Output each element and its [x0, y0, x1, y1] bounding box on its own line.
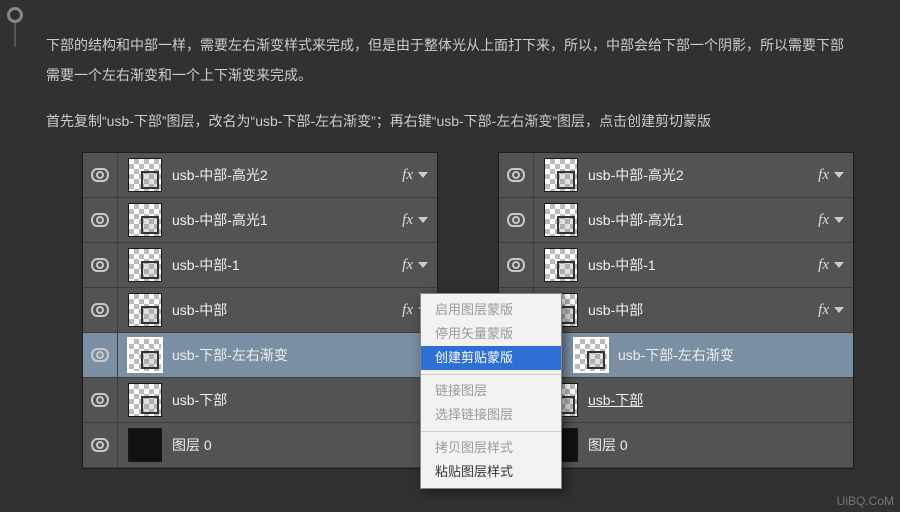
- context-menu-item: 拷贝图层样式: [421, 436, 561, 460]
- eye-icon: [91, 258, 109, 272]
- fx-indicator[interactable]: fx: [387, 302, 413, 319]
- layer-name[interactable]: usb-下部: [172, 390, 437, 410]
- panels-container: usb-中部-高光2fxusb-中部-高光1fxusb-中部-1fxusb-中部…: [82, 152, 854, 469]
- expand-effects-toggle[interactable]: [413, 217, 433, 223]
- expand-effects-toggle[interactable]: [413, 262, 433, 268]
- layer-thumbnail[interactable]: [534, 203, 588, 237]
- layer-name[interactable]: 图层 0: [172, 435, 437, 455]
- layer-row[interactable]: usb-中部-高光1fx: [499, 198, 853, 243]
- watermark: UiBQ.CoM: [837, 494, 894, 508]
- visibility-toggle[interactable]: [83, 198, 118, 242]
- layer-row[interactable]: 图层 0: [83, 423, 437, 468]
- chevron-down-icon: [418, 172, 428, 178]
- chevron-down-icon: [834, 307, 844, 313]
- visibility-toggle[interactable]: [83, 333, 118, 377]
- visibility-toggle[interactable]: [83, 378, 118, 422]
- eye-icon: [91, 168, 109, 182]
- eye-icon: [507, 168, 525, 182]
- layer-row[interactable]: usb-中部-高光2fx: [499, 153, 853, 198]
- layer-name[interactable]: usb-下部: [588, 390, 853, 410]
- layer-name[interactable]: usb-下部-左右渐变: [172, 345, 437, 365]
- eye-icon: [91, 393, 109, 407]
- article-body: 下部的结构和中部一样，需要左右渐变样式来完成，但是由于整体光从上面打下来，所以，…: [0, 0, 900, 479]
- layer-thumbnail[interactable]: [118, 158, 172, 192]
- layer-thumbnail[interactable]: [564, 338, 618, 372]
- layers-panel-left: usb-中部-高光2fxusb-中部-高光1fxusb-中部-1fxusb-中部…: [82, 152, 438, 469]
- layer-name[interactable]: usb-下部-左右渐变: [618, 345, 853, 365]
- layer-row[interactable]: usb-中部fx: [83, 288, 437, 333]
- fx-indicator[interactable]: fx: [387, 167, 413, 184]
- chevron-down-icon: [418, 262, 428, 268]
- eye-icon: [507, 213, 525, 227]
- paragraph-1: 下部的结构和中部一样，需要左右渐变样式来完成，但是由于整体光从上面打下来，所以，…: [46, 30, 854, 90]
- layer-row[interactable]: usb-中部-1fx: [83, 243, 437, 288]
- fx-indicator[interactable]: fx: [803, 167, 829, 184]
- fx-indicator[interactable]: fx: [803, 212, 829, 229]
- context-menu-item: 停用矢量蒙版: [421, 322, 561, 346]
- expand-effects-toggle[interactable]: [829, 217, 849, 223]
- fx-indicator[interactable]: fx: [803, 302, 829, 319]
- context-menu-item: 链接图层: [421, 379, 561, 403]
- visibility-toggle[interactable]: [499, 243, 534, 287]
- layer-thumbnail[interactable]: [118, 338, 172, 372]
- visibility-toggle[interactable]: [499, 153, 534, 197]
- expand-effects-toggle[interactable]: [413, 172, 433, 178]
- expand-effects-toggle[interactable]: [829, 172, 849, 178]
- context-menu-item[interactable]: 创建剪贴蒙版: [421, 346, 561, 370]
- timeline-ornament: [7, 7, 23, 47]
- expand-effects-toggle[interactable]: [829, 307, 849, 313]
- fx-indicator[interactable]: fx: [803, 257, 829, 274]
- visibility-toggle[interactable]: [83, 153, 118, 197]
- visibility-toggle[interactable]: [83, 288, 118, 332]
- layer-row[interactable]: usb-中部-1fx: [499, 243, 853, 288]
- layer-row[interactable]: usb-下部: [83, 378, 437, 423]
- context-menu-item: 启用图层蒙版: [421, 298, 561, 322]
- layer-thumbnail[interactable]: [118, 203, 172, 237]
- paragraph-2: 首先复制“usb-下部”图层，改名为“usb-下部-左右渐变”；再右键“usb-…: [46, 106, 854, 136]
- fx-indicator[interactable]: fx: [387, 212, 413, 229]
- chevron-down-icon: [418, 217, 428, 223]
- visibility-toggle[interactable]: [83, 423, 118, 467]
- layer-thumbnail[interactable]: [118, 383, 172, 417]
- eye-icon: [91, 213, 109, 227]
- eye-icon: [507, 258, 525, 272]
- visibility-toggle[interactable]: [499, 198, 534, 242]
- layer-thumbnail[interactable]: [534, 158, 588, 192]
- eye-icon: [91, 438, 109, 452]
- layer-thumbnail[interactable]: [118, 293, 172, 327]
- eye-icon: [91, 303, 109, 317]
- layer-thumbnail[interactable]: [118, 248, 172, 282]
- expand-effects-toggle[interactable]: [829, 262, 849, 268]
- layer-row[interactable]: usb-中部-高光2fx: [83, 153, 437, 198]
- context-menu[interactable]: 启用图层蒙版停用矢量蒙版创建剪贴蒙版链接图层选择链接图层拷贝图层样式粘贴图层样式: [420, 293, 562, 489]
- layer-thumbnail[interactable]: [118, 428, 172, 462]
- eye-icon: [91, 348, 109, 362]
- layer-thumbnail[interactable]: [534, 248, 588, 282]
- layer-row[interactable]: usb-中部-高光1fx: [83, 198, 437, 243]
- context-menu-item: 选择链接图层: [421, 403, 561, 427]
- chevron-down-icon: [834, 172, 844, 178]
- layer-row[interactable]: usb-下部-左右渐变: [83, 333, 437, 378]
- layer-name[interactable]: 图层 0: [588, 435, 853, 455]
- chevron-down-icon: [834, 262, 844, 268]
- fx-indicator[interactable]: fx: [387, 257, 413, 274]
- chevron-down-icon: [834, 217, 844, 223]
- visibility-toggle[interactable]: [83, 243, 118, 287]
- context-menu-item[interactable]: 粘贴图层样式: [421, 460, 561, 484]
